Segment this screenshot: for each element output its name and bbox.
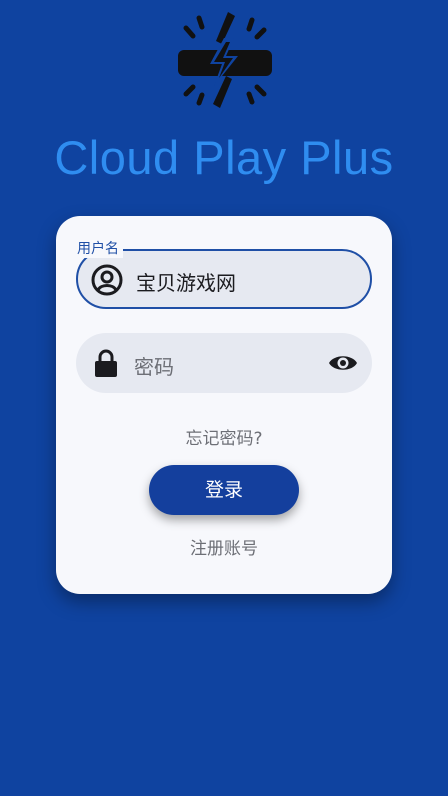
register-link[interactable]: 注册账号 [56, 534, 392, 559]
app-title: Cloud Play Plus [54, 131, 394, 184]
login-button[interactable]: 登录 [149, 465, 299, 515]
lock-icon [95, 349, 117, 377]
username-label: 用户名 [73, 240, 123, 258]
login-card: 用户名 宝贝游戏网 密码 忘记密码? 登录 注册账号 [56, 216, 392, 594]
password-placeholder: 密码 [134, 355, 174, 379]
app-logo-icon [178, 12, 272, 108]
forgot-password-link[interactable]: 忘记密码? [56, 424, 392, 449]
username-field[interactable]: 用户名 宝贝游戏网 [73, 240, 372, 309]
password-field[interactable]: 密码 [76, 333, 372, 393]
account-circle-icon [91, 264, 123, 296]
username-value: 宝贝游戏网 [136, 271, 236, 295]
eye-icon[interactable] [328, 351, 358, 375]
